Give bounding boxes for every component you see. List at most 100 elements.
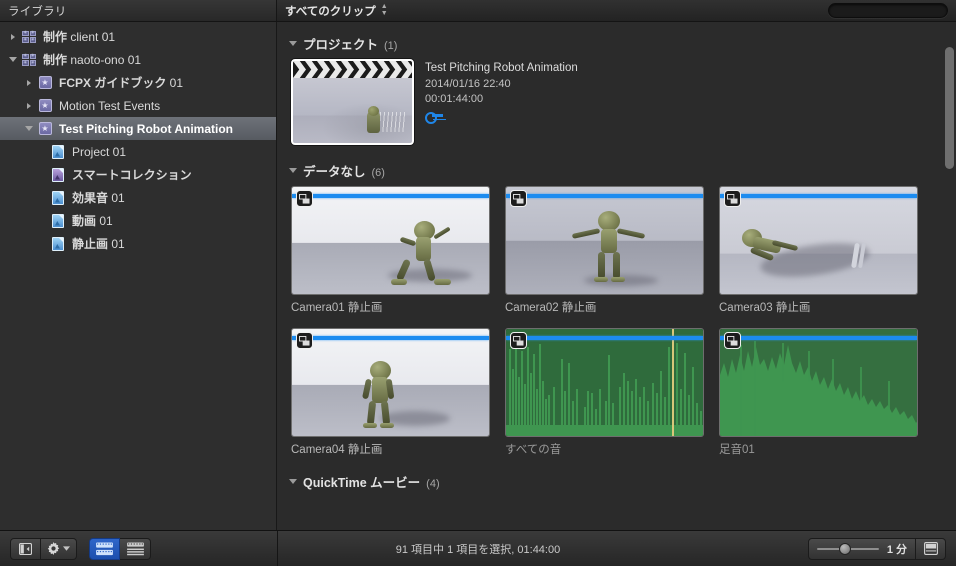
sidebar-item-label: 動画 01 [72,214,113,228]
clip-item[interactable]: Camera03 静止画 [719,186,918,315]
sidebar-item-label: 効果音 01 [72,191,125,205]
clip-preview-image [506,187,703,294]
clip-browser[interactable]: プロジェクト (1) Test Pitching Robot Animation… [277,22,956,530]
clip-zoom-control[interactable]: 1 分 [807,537,916,560]
search-field[interactable] [828,3,956,18]
clip-selection-bar [292,194,489,198]
library-header: ライブラリ [0,0,277,21]
disclosure-triangle-collapsed-icon[interactable] [22,102,35,109]
clip-preview-image [292,329,489,436]
clip-item[interactable]: すべての音 [505,328,704,457]
clip-preview-image [292,187,489,294]
browser-header: すべてのクリップ ▲ ▼ [277,0,956,21]
event-icon: ★ [35,76,55,89]
clip-filter-label: すべてのクリップ [285,5,376,18]
project-thumbnail[interactable] [291,59,414,145]
updown-stepper-icon[interactable]: ▲ ▼ [381,3,388,17]
sidebar-item-library-client01[interactable]: 制作 client 01 [0,25,276,48]
clip-thumbnail[interactable] [505,328,704,437]
disclosure-triangle-expanded-icon[interactable] [289,41,297,46]
clip-label: Camera01 静止画 [291,302,383,314]
clip-thumbnail[interactable] [719,328,918,437]
document-icon [48,236,68,251]
section-header-no-data[interactable]: データなし (6) [289,161,944,180]
scrollbar-thumb[interactable] [945,47,954,169]
sidebar-item-event-test-pitching-robot-animation[interactable]: ★ Test Pitching Robot Animation [0,117,276,140]
filmstrip-view-button[interactable] [89,537,120,560]
project-preview-image [293,78,412,143]
sidebar-toggle-button[interactable] [10,537,41,560]
clip-label: Camera02 静止画 [505,302,597,314]
clip-item[interactable]: Camera02 静止画 [505,186,704,315]
clapperboard-icon [293,61,412,78]
project-date: 2014/01/16 22:40 [425,77,511,90]
project-metadata: Test Pitching Robot Animation 2014/01/16… [425,59,578,145]
clip-label: Camera03 静止画 [719,302,811,314]
stabilization-icon [296,332,313,349]
clip-item[interactable]: Camera04 静止画 [291,328,490,457]
clip-grid[interactable]: Camera01 静止画 Camera02 静止画 Camera03 静止画 C… [289,186,944,457]
stabilization-icon [510,190,527,207]
sidebar-item-sound-effects[interactable]: 効果音 01 [0,186,276,209]
clip-filter-popup[interactable]: すべてのクリップ ▲ ▼ [285,3,388,19]
library-title: ライブラリ [8,5,67,18]
action-menu-button[interactable] [41,537,77,560]
sidebar-item-stills[interactable]: 静止画 01 [0,232,276,255]
clip-thumbnail[interactable] [291,186,490,295]
search-input[interactable] [838,5,956,16]
list-view-button[interactable] [120,537,151,560]
section-header-projects[interactable]: プロジェクト (1) [289,34,944,53]
sidebar-item-label: Project 01 [72,144,127,159]
zoom-slider[interactable] [816,542,879,555]
libraries-sidebar[interactable]: 制作 client 01 制作 naoto-ono 01 ★ FCPX ガイドブ… [0,22,277,530]
clip-selection-bar [720,194,917,198]
top-bar: ライブラリ すべてのクリップ ▲ ▼ [0,0,956,22]
disclosure-triangle-expanded-icon[interactable] [289,479,297,484]
bottom-toolbar: 91 項目中 1 項目を選択, 01:44:00 1 分 [0,530,956,566]
stabilization-icon [724,190,741,207]
sidebar-item-smart-collection[interactable]: スマートコレクション [0,163,276,186]
section-title: データなし [303,165,366,179]
sidebar-item-label: 制作 naoto-ono 01 [43,53,142,67]
disclosure-triangle-expanded-icon[interactable] [6,57,19,62]
browser-scrollbar[interactable] [945,25,954,526]
clip-thumbnail[interactable] [719,186,918,295]
event-icon: ★ [35,99,55,112]
sidebar-item-event-fcpx-guidebook[interactable]: ★ FCPX ガイドブック 01 [0,71,276,94]
zoom-level-label: 1 分 [886,543,907,556]
playhead [672,329,674,436]
gear-icon [47,542,60,555]
document-icon [48,213,68,228]
document-icon [48,190,68,205]
sidebar-item-label: Test Pitching Robot Animation [59,121,233,136]
chevron-down-icon [63,546,70,551]
disclosure-triangle-collapsed-icon[interactable] [22,79,35,86]
sidebar-item-label: Motion Test Events [59,98,161,113]
clip-selection-bar [506,194,703,198]
project-duration: 00:01:44:00 [425,93,484,105]
clip-item[interactable]: 足音01 [719,328,918,457]
clip-appearance-button[interactable] [916,537,946,560]
library-icon [19,30,39,43]
disclosure-triangle-expanded-icon[interactable] [289,168,297,173]
section-count: (1) [384,40,398,52]
disclosure-triangle-expanded-icon[interactable] [22,126,35,131]
event-icon: ★ [35,122,55,135]
clip-thumbnail[interactable] [291,328,490,437]
project-list-item[interactable]: Test Pitching Robot Animation 2014/01/16… [289,59,944,145]
sidebar-item-label: 静止画 01 [72,237,125,251]
sidebar-item-library-naotoono01[interactable]: 制作 naoto-ono 01 [0,48,276,71]
list-view-icon [126,541,144,555]
disclosure-triangle-collapsed-icon[interactable] [6,33,19,40]
sidebar-item-project-01[interactable]: Project 01 [0,140,276,163]
slider-knob[interactable] [838,542,851,555]
clip-thumbnail[interactable] [505,186,704,295]
clip-label: すべての音 [505,444,562,456]
smart-collection-icon [48,167,68,182]
sidebar-item-video[interactable]: 動画 01 [0,209,276,232]
key-icon [425,111,443,124]
main-body: 制作 client 01 制作 naoto-ono 01 ★ FCPX ガイドブ… [0,22,956,530]
section-header-quicktime-movies[interactable]: QuickTime ムービー (4) [289,472,944,491]
clip-item[interactable]: Camera01 静止画 [291,186,490,315]
sidebar-item-event-motion-test-events[interactable]: ★ Motion Test Events [0,94,276,117]
